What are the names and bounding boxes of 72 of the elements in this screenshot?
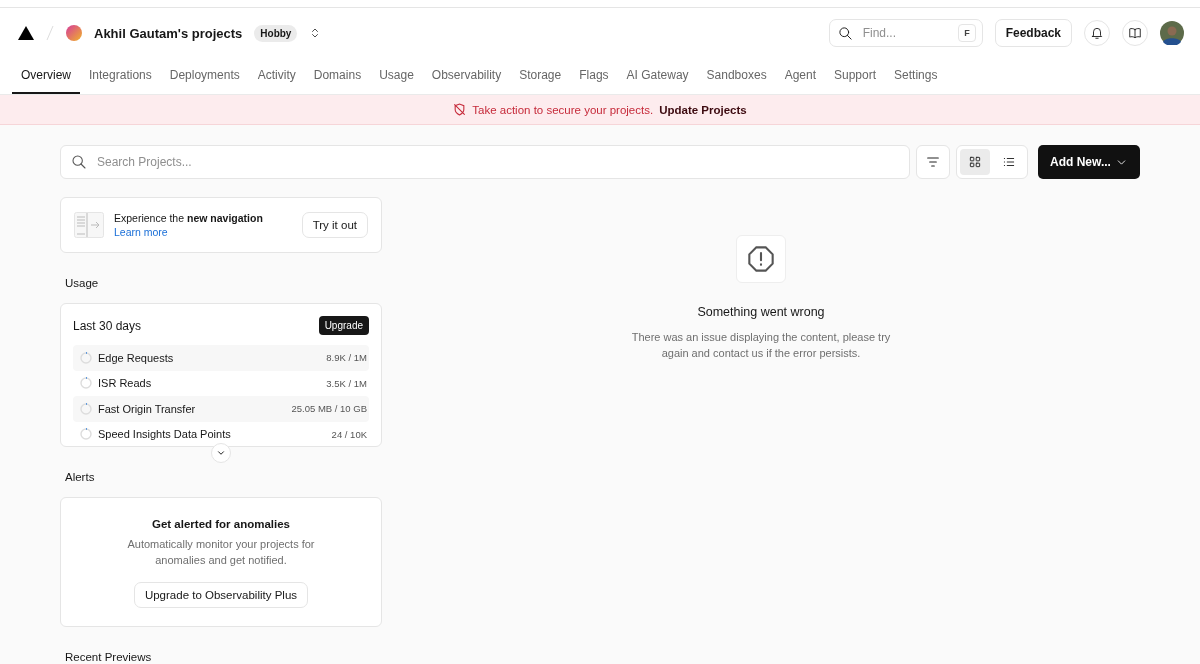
search-icon — [71, 154, 87, 170]
nav-tab[interactable]: Integrations — [80, 58, 161, 94]
slash-divider-icon — [46, 25, 54, 41]
docs-button[interactable] — [1122, 20, 1148, 46]
section-title: Alerts — [65, 471, 96, 483]
nav-tab[interactable]: Agent — [775, 58, 825, 94]
search-projects-field[interactable]: Search Projects... — [95, 154, 899, 170]
period-label: Last 30 days — [73, 318, 142, 333]
nav-tab[interactable]: Storage — [510, 58, 571, 94]
octagon-alert-icon — [747, 245, 775, 273]
book-icon — [1128, 26, 1142, 40]
error-title: Something went wrong — [697, 305, 825, 319]
alerts-description: Automatically monitor your projects for anomalies and get notified. — [126, 537, 316, 568]
usage-row[interactable]: Fast Origin Transfer 25.05 MB / 10 GB — [73, 396, 369, 422]
usage-row[interactable]: ISR Reads 3.5K / 1M — [73, 370, 369, 396]
filter-button[interactable] — [916, 145, 950, 179]
team-avatar-icon — [66, 25, 82, 41]
nav-tab[interactable]: AI Gateway — [617, 58, 698, 94]
try-it-out-button[interactable]: Try it out — [301, 212, 368, 238]
search-projects-box[interactable]: Search Projects... — [60, 145, 910, 179]
usage-name: Edge Requests — [98, 351, 175, 364]
section-title: Usage — [65, 277, 100, 289]
nav-tab[interactable]: Flags — [570, 58, 618, 94]
usage-row[interactable]: Edge Requests 8.9K / 1M — [73, 345, 369, 371]
find-field[interactable]: Find... — [860, 25, 951, 41]
feedback-button[interactable]: Feedback — [994, 19, 1072, 47]
filter-lines-icon — [925, 154, 941, 170]
usage-name: ISR Reads — [98, 377, 153, 390]
upgrade-button[interactable]: Upgrade — [318, 316, 369, 335]
logo-triangle-icon[interactable] — [18, 26, 34, 40]
usage-value: 3.5K / 1M — [326, 377, 367, 389]
alerts-heading: Get alerted for anomalies — [151, 518, 290, 530]
nav-tab[interactable]: Activity — [248, 58, 305, 94]
plan-badge: Hobby — [254, 24, 298, 42]
nav-tab[interactable]: Support — [825, 58, 886, 94]
banner-message: Take action to secure your projects. — [472, 103, 654, 116]
list-icon — [1002, 155, 1016, 169]
view-toggle-button[interactable] — [960, 149, 990, 175]
progress-ring-icon — [80, 377, 92, 390]
nav-tab[interactable]: Settings — [885, 58, 947, 94]
chevron-down-icon — [216, 448, 226, 458]
error-message: There was an issue displaying the content, please try again and contact us if the error persists. — [631, 330, 891, 361]
usage-value: 24 / 10K — [331, 428, 367, 440]
shield-off-icon — [453, 103, 467, 116]
learn-more-link[interactable]: Learn more — [114, 226, 292, 238]
nav-tab[interactable]: Domains — [304, 58, 371, 94]
usage-value: 25.05 MB / 10 GB — [291, 403, 367, 415]
usage-row[interactable]: Speed Insights Data Points 24 / 10K — [73, 421, 369, 447]
update-projects-link[interactable]: Update Projects — [659, 103, 747, 116]
navigation-text: Experience the new navigation — [114, 212, 264, 224]
nav-tab[interactable]: Usage — [370, 58, 423, 94]
nav-tab[interactable]: Deployments — [160, 58, 249, 94]
grid-icon — [968, 155, 982, 169]
usage-name: Fast Origin Transfer — [98, 402, 197, 415]
user-avatar-icon[interactable] — [1160, 21, 1184, 45]
add-new-button[interactable]: Add New... — [1038, 145, 1140, 179]
find-box[interactable]: Find... F — [828, 19, 983, 47]
search-icon — [837, 25, 853, 41]
usage-name: Speed Insights Data Points — [98, 428, 232, 441]
shortcut-key: F — [958, 24, 976, 42]
team-name[interactable]: Akhil Gautam's projects — [94, 25, 243, 41]
layout-preview-icon — [74, 212, 104, 238]
progress-ring-icon — [80, 428, 92, 441]
nav-tab[interactable]: Sandboxes — [697, 58, 776, 94]
usage-value: 8.9K / 1M — [326, 352, 367, 364]
bell-icon — [1090, 26, 1104, 40]
progress-ring-icon — [80, 402, 92, 415]
progress-ring-icon — [80, 351, 92, 364]
nav-tab[interactable]: Observability — [422, 58, 511, 94]
section-title: Recent Previews — [65, 651, 153, 663]
upgrade-observability-button[interactable]: Upgrade to Observability Plus — [133, 582, 309, 608]
notifications-button[interactable] — [1084, 20, 1110, 46]
